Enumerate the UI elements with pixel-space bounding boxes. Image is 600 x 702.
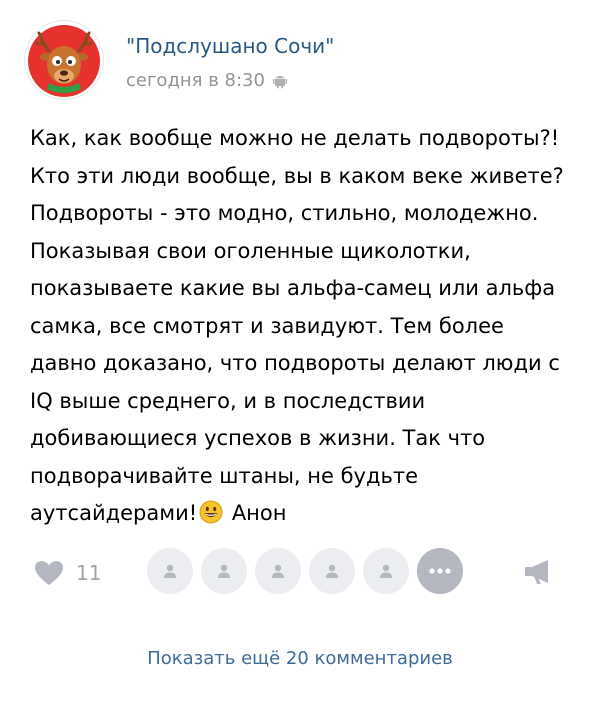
post-text-line: подворачивайте штаны, не будьте	[30, 463, 419, 488]
deer-logo-image	[28, 25, 100, 97]
group-name-link[interactable]: "Подслушано Сочи"	[126, 34, 334, 58]
heart-icon	[35, 561, 63, 585]
post-text-after-emoji: Анон	[225, 501, 287, 525]
post-meta: сегодня в 8:30	[126, 70, 287, 91]
post-text-line: показываете какие вы альфа-самец или аль…	[30, 276, 556, 300]
post-text: Как, как вообще можно не делать подворот…	[30, 120, 590, 533]
group-avatar[interactable]	[24, 20, 104, 100]
post-timestamp: сегодня в 8:30	[126, 70, 265, 91]
share-button[interactable]	[522, 557, 556, 587]
post-text-last-line: аутсайдерами! Анон	[30, 495, 590, 533]
liker-avatar[interactable]	[201, 548, 247, 594]
post-text-before-emoji: аутсайдерами!	[30, 501, 198, 525]
post-text-line: Подвороты - это модно, стильно, молодежн…	[30, 201, 539, 225]
post-text-line: давно доказано, что подвороты делают люд…	[30, 351, 560, 375]
liker-avatar[interactable]	[309, 548, 355, 594]
grinning-face-emoji	[199, 499, 223, 524]
user-icon	[326, 564, 338, 578]
show-more-comments-link[interactable]: Показать ещё 20 комментариев	[0, 648, 600, 669]
user-icon	[380, 564, 392, 578]
android-icon	[272, 73, 287, 89]
like-button[interactable]: 11	[34, 553, 101, 593]
post-text-line: самка, все смотрят и завидуют. Тем более	[30, 313, 504, 338]
liker-avatar[interactable]	[363, 548, 409, 594]
post-text-line: IQ выше среднего, и в последствии	[30, 388, 426, 413]
more-likers-button[interactable]	[417, 548, 463, 594]
post-text-line: Как, как вообще можно не делать подворот…	[30, 126, 560, 150]
user-icon	[218, 564, 230, 578]
user-icon	[272, 564, 284, 578]
more-dots-icon	[429, 568, 451, 574]
liker-avatar[interactable]	[147, 548, 193, 594]
like-count: 11	[76, 561, 102, 585]
post-text-line: Кто эти люди вообще, вы в каком веке жив…	[30, 163, 564, 188]
liker-avatar[interactable]	[255, 548, 301, 594]
likers-list[interactable]	[147, 548, 463, 596]
post-action-bar: 11	[0, 545, 600, 599]
post-header: "Подслушано Сочи" сегодня в 8:30	[24, 20, 576, 120]
megaphone-icon	[525, 560, 548, 584]
post-text-line: добивающиеся успехов в жизни. Так что	[30, 426, 486, 450]
post-text-line: Показывая свои оголенные щиколотки,	[30, 238, 471, 263]
user-icon	[164, 564, 176, 578]
